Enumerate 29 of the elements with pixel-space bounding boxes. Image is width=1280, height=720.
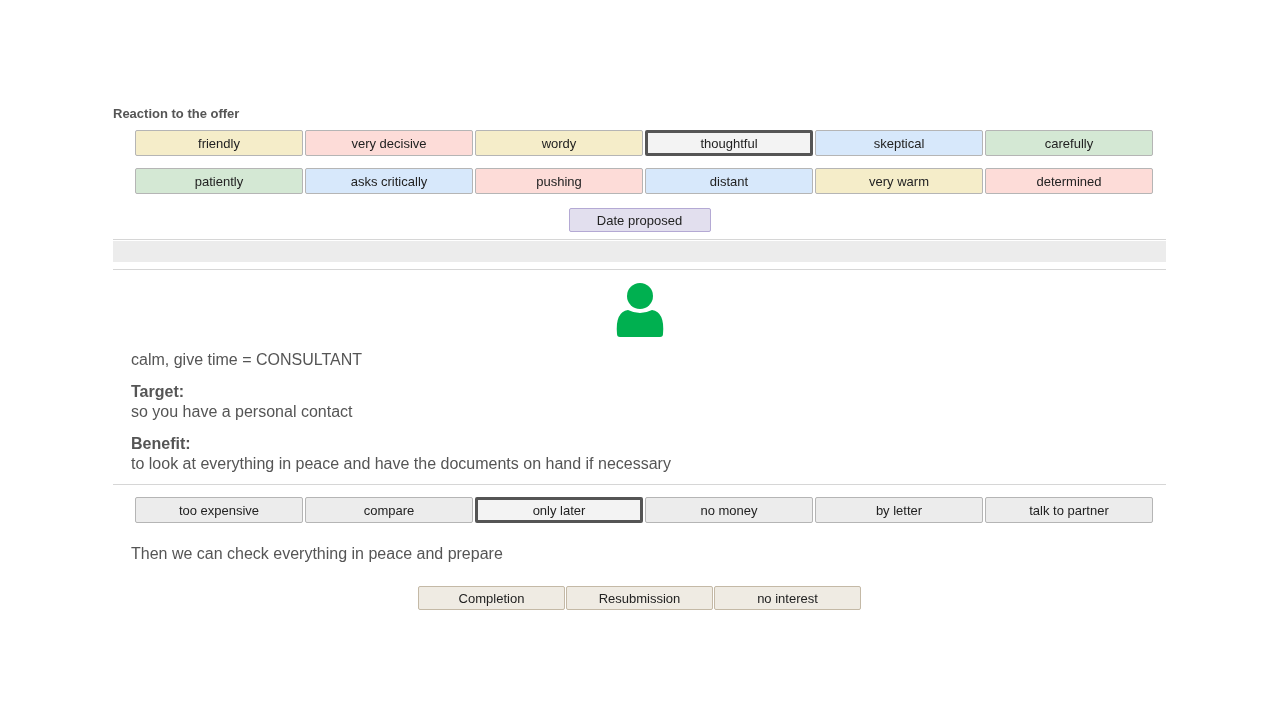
profile-text: calm, give time = CONSULTANT xyxy=(131,350,363,370)
response-text: Then we can check everything in peace and prepare xyxy=(131,544,504,564)
objection-button[interactable]: talk to partner xyxy=(985,497,1153,523)
objection-button[interactable]: only later xyxy=(475,497,643,523)
reaction-button[interactable]: asks critically xyxy=(305,168,473,194)
target-text: so you have a personal contact xyxy=(131,402,354,422)
reaction-button[interactable]: determined xyxy=(985,168,1153,194)
action-button[interactable]: Completion xyxy=(418,586,565,610)
benefit-label: Benefit: xyxy=(131,434,192,454)
objection-button[interactable]: no money xyxy=(645,497,813,523)
objection-button[interactable]: compare xyxy=(305,497,473,523)
section-heading: Reaction to the offer xyxy=(113,106,241,122)
reaction-button[interactable]: very warm xyxy=(815,168,983,194)
action-button[interactable]: Resubmission xyxy=(566,586,713,610)
reaction-button[interactable]: very decisive xyxy=(305,130,473,156)
objection-button[interactable]: too expensive xyxy=(135,497,303,523)
reaction-button[interactable]: skeptical xyxy=(815,130,983,156)
date-proposed-button[interactable]: Date proposed xyxy=(568,208,711,232)
reaction-button[interactable]: carefully xyxy=(985,130,1153,156)
target-label: Target: xyxy=(131,382,186,402)
reaction-button[interactable]: pushing xyxy=(475,168,643,194)
objection-button[interactable]: by letter xyxy=(815,497,983,523)
reaction-button[interactable]: thoughtful xyxy=(645,130,813,156)
reaction-button[interactable]: wordy xyxy=(475,130,643,156)
action-button[interactable]: no interest xyxy=(714,586,861,610)
benefit-text: to look at everything in peace and have the documents on hand if necessary xyxy=(131,454,672,474)
reaction-button[interactable]: distant xyxy=(645,168,813,194)
reaction-button[interactable]: friendly xyxy=(135,130,303,156)
reaction-button[interactable]: patiently xyxy=(135,168,303,194)
